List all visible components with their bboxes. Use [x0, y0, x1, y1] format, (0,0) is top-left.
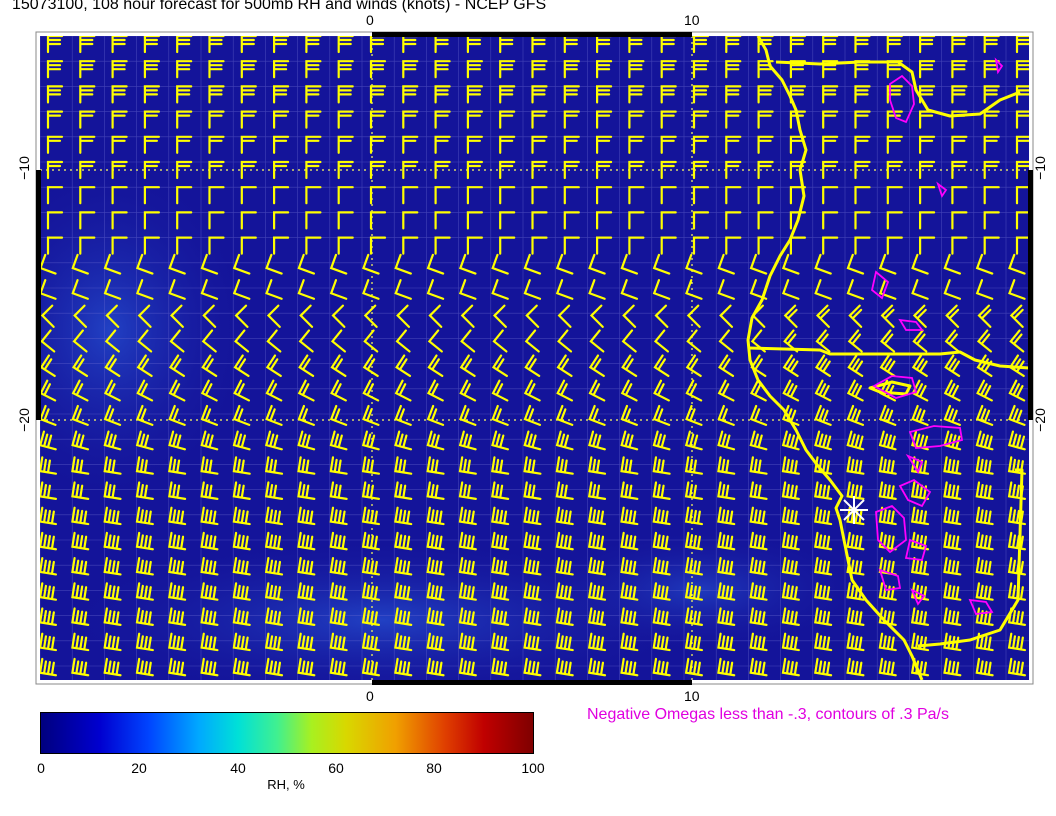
rh-colorbar: [40, 712, 534, 754]
omega-legend-note: Negative Omegas less than -.3, contours …: [587, 706, 949, 723]
map-plot: [35, 31, 1034, 685]
colorbar-tick-80: 80: [426, 760, 442, 776]
colorbar-tick-100: 100: [521, 760, 545, 776]
y-tick-left-m10: −10: [15, 156, 32, 180]
location-star-icon: [840, 496, 868, 524]
colorbar-tick-0: 0: [37, 760, 45, 776]
colorbar-tick-60: 60: [328, 760, 344, 776]
x-tick-bottom-0: 0: [366, 688, 374, 704]
y-tick-left-m20: −20: [15, 408, 32, 432]
colorbar-tick-20: 20: [131, 760, 147, 776]
y-tick-right-m20: −20: [1031, 408, 1048, 432]
colorbar-label: RH, %: [267, 777, 305, 792]
colorbar-tick-40: 40: [230, 760, 246, 776]
x-tick-top-10: 10: [684, 12, 700, 28]
y-tick-right-m10: −10: [1031, 156, 1048, 180]
x-tick-bottom-10: 10: [684, 688, 700, 704]
x-tick-top-0: 0: [366, 12, 374, 28]
